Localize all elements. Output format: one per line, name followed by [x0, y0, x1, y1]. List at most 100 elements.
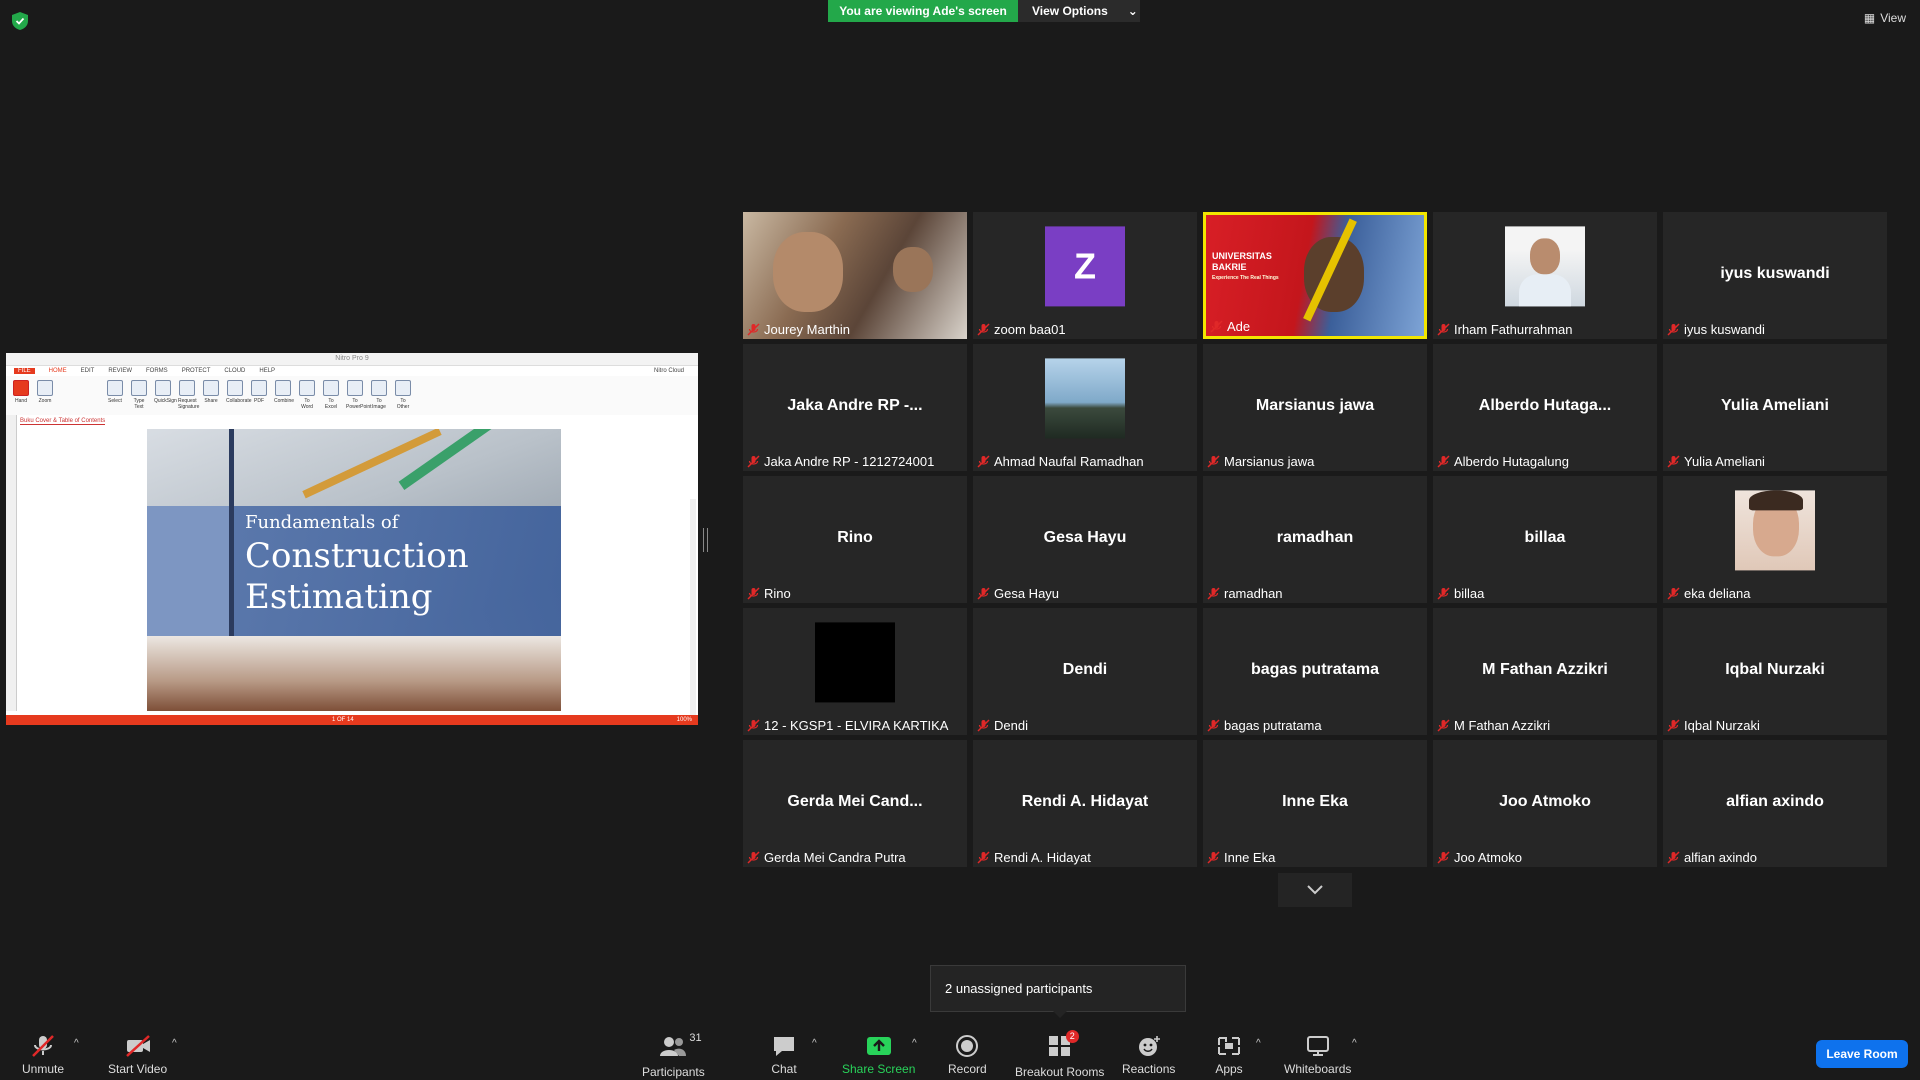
mic-muted-icon — [1667, 587, 1680, 600]
unassigned-participants-tooltip[interactable]: 2 unassigned participants — [930, 965, 1186, 1018]
tool-share[interactable]: Share — [202, 380, 220, 404]
resize-divider-handle[interactable] — [703, 528, 708, 552]
participant-tile[interactable]: Rino Rino — [743, 476, 967, 603]
mic-muted-icon — [1437, 455, 1450, 468]
document-scrollbar[interactable] — [690, 499, 696, 725]
tool-pdf[interactable]: PDF — [250, 380, 268, 404]
participant-tile[interactable]: UNIVERSITAS BAKRIE Experience The Real Thi… — [1203, 212, 1427, 339]
participants-button[interactable]: 31 Participants — [642, 1032, 705, 1079]
participant-name-label: ramadhan — [1207, 586, 1283, 601]
tool-zoom[interactable]: Zoom — [36, 380, 54, 404]
participant-tile[interactable]: Yulia Ameliani Yulia Ameliani — [1663, 344, 1887, 471]
mic-muted-icon — [1207, 851, 1220, 864]
participant-name: Yulia Ameliani — [1684, 454, 1765, 469]
breakout-rooms-button[interactable]: 2 Breakout Rooms — [1015, 1030, 1104, 1079]
participant-tile[interactable]: Rendi A. Hidayat Rendi A. Hidayat — [973, 740, 1197, 867]
participant-tile[interactable]: Irham Fathurrahman — [1433, 212, 1657, 339]
participant-tile[interactable]: Dendi Dendi — [973, 608, 1197, 735]
participant-tile[interactable]: billaa billaa — [1433, 476, 1657, 603]
participant-tile[interactable]: iyus kuswandi iyus kuswandi — [1663, 212, 1887, 339]
participant-name-label: 12 - KGSP1 - ELVIRA KARTIKA — [747, 718, 948, 733]
whiteboards-label: Whiteboards — [1284, 1062, 1352, 1076]
ribbon-tab-review[interactable]: REVIEW — [108, 368, 132, 374]
participant-tile[interactable]: bagas putratama bagas putratama — [1203, 608, 1427, 735]
participant-tile[interactable]: Gesa Hayu Gesa Hayu — [973, 476, 1197, 603]
participant-tile[interactable]: Jourey Marthin — [743, 212, 967, 339]
tool-quicksign[interactable]: QuickSign — [154, 380, 177, 404]
participant-tile[interactable]: Iqbal Nurzaki Iqbal Nurzaki — [1663, 608, 1887, 735]
app-status-bar: 1 OF 14 100% — [6, 715, 698, 725]
participant-name-label: Gesa Hayu — [977, 586, 1059, 601]
tool-to-word[interactable]: To Word — [298, 380, 316, 410]
participant-tile[interactable]: Gerda Mei Cand... Gerda Mei Candra Putra — [743, 740, 967, 867]
shared-screen[interactable]: Nitro Pro 9 FILE HOME EDIT REVIEW FORMS … — [6, 353, 698, 725]
participant-tile[interactable]: Zzoom baa01 — [973, 212, 1197, 339]
ribbon-tab-forms[interactable]: FORMS — [146, 368, 168, 374]
record-button[interactable]: Record — [948, 1034, 987, 1076]
tool-combine[interactable]: Combine — [274, 380, 294, 404]
ribbon-tab-edit[interactable]: EDIT — [81, 368, 95, 374]
leave-room-button[interactable]: Leave Room — [1816, 1040, 1908, 1068]
apps-options-caret[interactable]: ^ — [1256, 1038, 1261, 1049]
video-off-icon — [125, 1035, 150, 1057]
unmute-button[interactable]: Unmute — [22, 1034, 64, 1076]
participant-name-label: zoom baa01 — [977, 322, 1066, 337]
participant-tile[interactable]: 12 - KGSP1 - ELVIRA KARTIKA — [743, 608, 967, 735]
whiteboard-options-caret[interactable]: ^ — [1352, 1038, 1357, 1049]
ribbon-tab-help[interactable]: HELP — [259, 368, 275, 374]
document-area[interactable]: Buku Cover & Table of Contents Fundament… — [6, 415, 698, 725]
mic-muted-icon — [32, 1035, 54, 1057]
ribbon-tab-protect[interactable]: PROTECT — [182, 368, 211, 374]
participant-tile[interactable]: Alberdo Hutaga... Alberdo Hutagalung — [1433, 344, 1657, 471]
chat-button[interactable]: Chat — [770, 1034, 798, 1076]
document-tab[interactable]: Buku Cover & Table of Contents — [20, 418, 106, 425]
tool-type-text[interactable]: Type Text — [130, 380, 148, 410]
participant-display-name: iyus kuswandi — [1720, 264, 1830, 282]
participant-name-label: Yulia Ameliani — [1667, 454, 1765, 469]
reactions-button[interactable]: Reactions — [1122, 1034, 1175, 1076]
share-screen-button[interactable]: Share Screen — [842, 1034, 915, 1076]
participant-name-label: billaa — [1437, 586, 1484, 601]
tool-to-powerpoint[interactable]: To PowerPoint — [346, 380, 372, 410]
tool-request-signature[interactable]: Request Signature — [178, 380, 199, 410]
ribbon-tab-home[interactable]: HOME — [49, 368, 67, 374]
security-shield-icon[interactable] — [12, 12, 28, 30]
apps-button[interactable]: Apps — [1215, 1034, 1243, 1076]
tool-to-image[interactable]: To Image — [370, 380, 388, 410]
participant-name-label: M Fathan Azzikri — [1437, 718, 1550, 733]
participant-tile[interactable]: Joo Atmoko Joo Atmoko — [1433, 740, 1657, 867]
tool-to-excel[interactable]: To Excel — [322, 380, 340, 410]
participant-name: Rino — [764, 586, 791, 601]
ribbon-tab-file[interactable]: FILE — [14, 368, 35, 374]
participant-tile[interactable]: Jaka Andre RP -... Jaka Andre RP - 121272… — [743, 344, 967, 471]
tool-collaborate[interactable]: Collaborate — [226, 380, 252, 404]
participant-tile[interactable]: Inne Eka Inne Eka — [1203, 740, 1427, 867]
participant-tile[interactable]: ramadhan ramadhan — [1203, 476, 1427, 603]
video-options-caret[interactable]: ^ — [172, 1038, 177, 1049]
participants-count: 31 — [689, 1032, 702, 1044]
audio-options-caret[interactable]: ^ — [74, 1038, 79, 1049]
side-panel-strip[interactable] — [6, 415, 17, 711]
ribbon-tab-cloud[interactable]: CLOUD — [224, 368, 245, 374]
next-page-button[interactable] — [1278, 873, 1352, 907]
participant-display-name: Dendi — [1062, 660, 1108, 678]
zoom-level: 100% — [676, 717, 692, 723]
participant-tile[interactable]: Marsianus jawa Marsianus jawa — [1203, 344, 1427, 471]
participant-tile[interactable]: eka deliana — [1663, 476, 1887, 603]
participant-display-name: Rendi A. Hidayat — [1021, 792, 1149, 810]
tool-hand[interactable]: Hand — [12, 380, 30, 404]
mic-muted-icon — [1210, 320, 1223, 333]
app-titlebar: Nitro Pro 9 — [6, 353, 698, 366]
share-options-caret[interactable]: ^ — [912, 1038, 917, 1049]
chat-options-caret[interactable]: ^ — [812, 1038, 817, 1049]
participant-tile[interactable]: alfian axindo alfian axindo — [1663, 740, 1887, 867]
whiteboards-button[interactable]: Whiteboards — [1284, 1034, 1351, 1076]
view-options-button[interactable]: View Options ⌄ — [1018, 0, 1140, 22]
view-button[interactable]: ▦ View — [1864, 11, 1906, 25]
start-video-button[interactable]: Start Video — [108, 1034, 167, 1076]
participant-tile[interactable]: Ahmad Naufal Ramadhan — [973, 344, 1197, 471]
tool-select[interactable]: Select — [106, 380, 124, 404]
participant-tile[interactable]: M Fathan Azzikri M Fathan Azzikri — [1433, 608, 1657, 735]
tool-to-other[interactable]: To Other — [394, 380, 412, 410]
participant-name: Iqbal Nurzaki — [1684, 718, 1760, 733]
